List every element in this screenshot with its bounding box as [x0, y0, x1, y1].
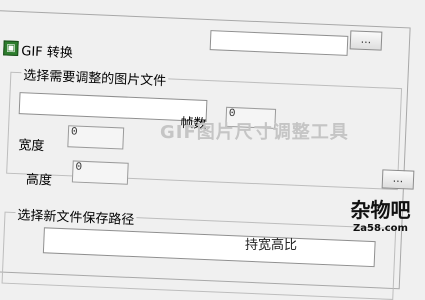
source-browse-button[interactable]: ... — [349, 30, 383, 51]
dest-browse-button[interactable]: ... — [381, 169, 415, 190]
overlay-title: GIF图片尺寸调整工具 — [160, 122, 349, 143]
height-value-field: 0 — [71, 160, 129, 185]
watermark-url: Za58.com — [353, 223, 408, 234]
width-label: 宽度 — [18, 138, 45, 155]
dest-group-label: 选择新文件保存路径 — [15, 204, 137, 229]
app-icon: ▣ — [3, 40, 19, 57]
height-label: 高度 — [25, 172, 53, 189]
width-value-field: 0 — [67, 125, 125, 150]
keep-aspect-ratio-label: 持宽高比 — [245, 238, 298, 253]
site-watermark-logo: 杂物吧 Za58.com — [338, 198, 423, 248]
window-title: GIF 转换 — [20, 44, 74, 62]
watermark-name: 杂物吧 — [350, 198, 411, 222]
